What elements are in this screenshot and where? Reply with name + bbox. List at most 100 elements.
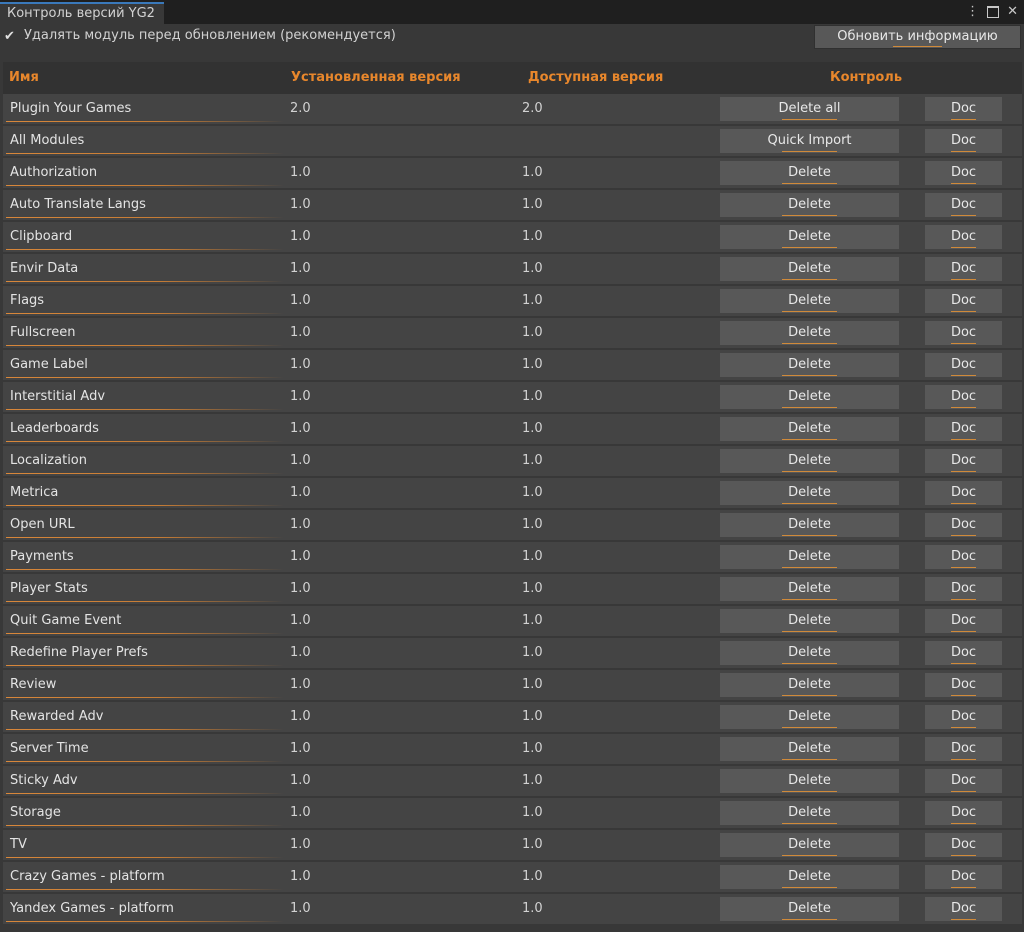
doc-button[interactable]: Doc	[925, 833, 1002, 857]
name-underline	[6, 505, 284, 506]
module-action-button[interactable]: Delete	[720, 673, 899, 697]
module-action-button[interactable]: Delete	[720, 289, 899, 313]
close-icon[interactable]: ✕	[1007, 3, 1018, 21]
doc-button[interactable]: Doc	[925, 225, 1002, 249]
module-action-button[interactable]: Delete	[720, 225, 899, 249]
module-action-button[interactable]: Delete	[720, 705, 899, 729]
doc-button[interactable]: Doc	[925, 865, 1002, 889]
module-name: Interstitial Adv	[10, 389, 106, 404]
module-action-button[interactable]: Delete	[720, 417, 899, 441]
module-action-button[interactable]: Delete	[720, 321, 899, 345]
module-action-button[interactable]: Delete	[720, 193, 899, 217]
doc-button[interactable]: Doc	[925, 481, 1002, 505]
button-underline	[782, 503, 837, 504]
doc-button[interactable]: Doc	[925, 641, 1002, 665]
doc-button[interactable]: Doc	[925, 385, 1002, 409]
module-action-button[interactable]: Delete	[720, 353, 899, 377]
doc-button[interactable]: Doc	[925, 801, 1002, 825]
module-action-button[interactable]: Delete	[720, 513, 899, 537]
module-action-button[interactable]: Delete all	[720, 97, 899, 121]
button-underline	[951, 247, 976, 248]
doc-button[interactable]: Doc	[925, 449, 1002, 473]
name-underline	[6, 729, 284, 730]
module-action-button[interactable]: Delete	[720, 769, 899, 793]
name-underline	[6, 537, 284, 538]
button-underline	[951, 279, 976, 280]
doc-button[interactable]: Doc	[925, 353, 1002, 377]
kebab-menu-icon[interactable]: ⋮	[966, 3, 979, 21]
doc-button[interactable]: Doc	[925, 161, 1002, 185]
table-row: Authorization 1.0 1.0 Delete Doc	[3, 158, 1022, 188]
doc-button[interactable]: Doc	[925, 513, 1002, 537]
doc-button[interactable]: Doc	[925, 897, 1002, 921]
available-version: 1.0	[522, 517, 543, 532]
header-installed-version: Установленная версия	[291, 70, 461, 85]
module-action-button[interactable]: Delete	[720, 449, 899, 473]
name-underline	[6, 857, 284, 858]
table-row: Plugin Your Games 2.0 2.0 Delete all Doc	[3, 94, 1022, 124]
module-action-button[interactable]: Quick Import	[720, 129, 899, 153]
available-version: 1.0	[522, 581, 543, 596]
module-action-button[interactable]: Delete	[720, 833, 899, 857]
module-name: Crazy Games - platform	[10, 869, 165, 884]
doc-button[interactable]: Doc	[925, 321, 1002, 345]
installed-version: 1.0	[290, 389, 311, 404]
doc-button[interactable]: Doc	[925, 769, 1002, 793]
button-underline	[951, 567, 976, 568]
name-underline	[6, 345, 284, 346]
module-action-label: Delete	[788, 453, 831, 468]
table-row: Sticky Adv 1.0 1.0 Delete Doc	[3, 766, 1022, 796]
module-action-button[interactable]: Delete	[720, 161, 899, 185]
doc-button[interactable]: Doc	[925, 577, 1002, 601]
button-underline	[782, 279, 837, 280]
doc-button[interactable]: Doc	[925, 193, 1002, 217]
doc-button[interactable]: Doc	[925, 257, 1002, 281]
window-tab[interactable]: Контроль версий YG2	[0, 2, 164, 24]
module-action-button[interactable]: Delete	[720, 641, 899, 665]
doc-button[interactable]: Doc	[925, 289, 1002, 313]
header-control: Контроль	[830, 70, 903, 85]
module-action-button[interactable]: Delete	[720, 545, 899, 569]
doc-button[interactable]: Doc	[925, 129, 1002, 153]
module-name: Review	[10, 677, 57, 692]
button-underline	[951, 535, 976, 536]
available-version: 1.0	[522, 741, 543, 756]
installed-version: 1.0	[290, 421, 311, 436]
module-action-button[interactable]: Delete	[720, 609, 899, 633]
delete-before-update-checkbox[interactable]: ✔	[4, 30, 17, 43]
doc-button[interactable]: Doc	[925, 97, 1002, 121]
button-underline	[782, 215, 837, 216]
name-underline	[6, 697, 284, 698]
tab-bar: Контроль версий YG2 ⋮ ✕	[0, 0, 1024, 24]
button-underline	[951, 503, 976, 504]
module-action-label: Delete	[788, 581, 831, 596]
module-action-button[interactable]: Delete	[720, 737, 899, 761]
doc-button[interactable]: Doc	[925, 705, 1002, 729]
module-action-button[interactable]: Delete	[720, 257, 899, 281]
module-action-button[interactable]: Delete	[720, 801, 899, 825]
module-action-button[interactable]: Delete	[720, 481, 899, 505]
module-action-button[interactable]: Delete	[720, 897, 899, 921]
table-row: Envir Data 1.0 1.0 Delete Doc	[3, 254, 1022, 284]
table-body: Plugin Your Games 2.0 2.0 Delete all Doc All …	[3, 94, 1022, 924]
name-underline	[6, 409, 284, 410]
doc-button[interactable]: Doc	[925, 673, 1002, 697]
doc-button[interactable]: Doc	[925, 545, 1002, 569]
maximize-icon[interactable]	[987, 6, 1000, 18]
doc-button[interactable]: Doc	[925, 609, 1002, 633]
table-row: All Modules Quick Import Doc	[3, 126, 1022, 156]
refresh-info-button[interactable]: Обновить информацию	[814, 25, 1021, 49]
installed-version: 1.0	[290, 709, 311, 724]
doc-button[interactable]: Doc	[925, 737, 1002, 761]
module-action-button[interactable]: Delete	[720, 385, 899, 409]
button-underline	[951, 599, 976, 600]
table-row: Flags 1.0 1.0 Delete Doc	[3, 286, 1022, 316]
name-underline	[6, 281, 284, 282]
installed-version: 1.0	[290, 677, 311, 692]
available-version: 1.0	[522, 645, 543, 660]
doc-label: Doc	[950, 869, 977, 884]
module-action-button[interactable]: Delete	[720, 865, 899, 889]
module-action-button[interactable]: Delete	[720, 577, 899, 601]
button-underline	[782, 375, 837, 376]
doc-button[interactable]: Doc	[925, 417, 1002, 441]
